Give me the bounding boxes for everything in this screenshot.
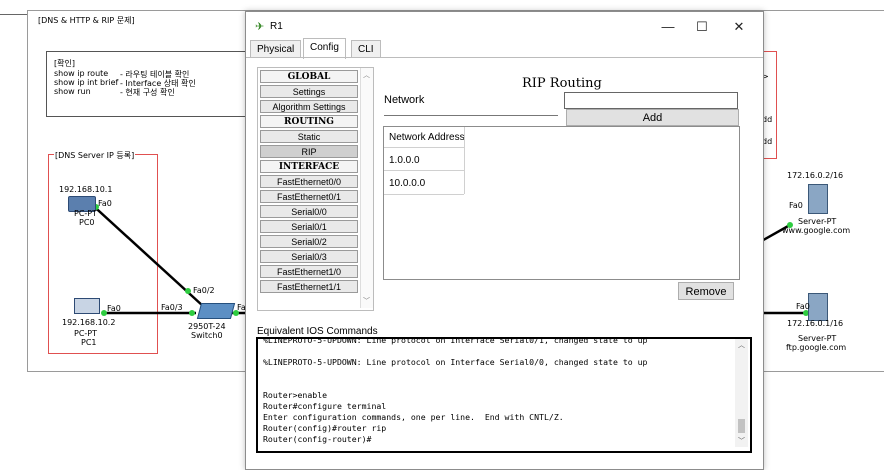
nav-serial0-1[interactable]: Serial0/1 bbox=[260, 220, 358, 233]
config-nav-list: GLOBAL Settings Algorithm Settings ROUTI… bbox=[260, 70, 360, 305]
network-address-header: Network Address bbox=[389, 132, 465, 143]
pc1-ip: 192.168.10.2 bbox=[62, 318, 116, 327]
console-line-6: Router>enable bbox=[263, 390, 328, 400]
pc0-ip: 192.168.10.1 bbox=[59, 185, 113, 194]
tab-cli[interactable]: CLI bbox=[351, 40, 381, 58]
pc0-port: Fa0 bbox=[98, 199, 112, 208]
pc0-type: PC-PT bbox=[74, 209, 98, 218]
nav-serial0-2[interactable]: Serial0/2 bbox=[260, 235, 358, 248]
network-row-divider bbox=[384, 170, 464, 171]
nav-interface-header: INTERFACE bbox=[260, 160, 358, 173]
nav-serial0-0[interactable]: Serial0/0 bbox=[260, 205, 358, 218]
pc0-name: PC0 bbox=[79, 218, 95, 227]
nav-settings[interactable]: Settings bbox=[260, 85, 358, 98]
server-google-server-icon[interactable] bbox=[808, 184, 828, 214]
nav-static[interactable]: Static bbox=[260, 130, 358, 143]
window-title: R1 bbox=[270, 21, 283, 32]
server-google-port: Fa0 bbox=[789, 201, 803, 210]
router-app-icon: ✈ bbox=[255, 21, 265, 33]
network-address-header-line bbox=[384, 147, 464, 148]
nav-scroll-down-icon[interactable]: ﹀ bbox=[363, 296, 370, 306]
console-scroll-down-icon[interactable]: ﹀ bbox=[738, 436, 745, 446]
ios-console[interactable]: %LINEPROTO-5-UPDOWN: Line protocol on In… bbox=[256, 335, 752, 453]
add-button[interactable]: Add bbox=[566, 109, 739, 126]
pc1-computer-icon[interactable] bbox=[74, 298, 100, 314]
console-scroll-up-icon[interactable]: ︿ bbox=[738, 340, 745, 350]
config-nav-panel: GLOBAL Settings Algorithm Settings ROUTI… bbox=[257, 67, 374, 311]
router-config-window: ✈ R1 — ☐ ✕ Physical Config CLI GLOBAL Se… bbox=[245, 11, 764, 470]
network-row-1[interactable]: 1.0.0.0 bbox=[389, 155, 420, 166]
network-input[interactable] bbox=[564, 92, 738, 109]
console-scrollbar[interactable]: ︿ ﹀ bbox=[735, 339, 748, 447]
network-label-underline bbox=[384, 115, 558, 116]
close-button[interactable]: ✕ bbox=[726, 18, 752, 36]
server-google-name: www.google.com bbox=[782, 226, 851, 235]
server-ftp-port: Fa0 bbox=[796, 302, 810, 311]
console-line-3: %LINEPROTO-5-UPDOWN: Line protocol on In… bbox=[263, 357, 648, 367]
nav-rip[interactable]: RIP bbox=[260, 145, 358, 158]
console-scroll-thumb[interactable] bbox=[738, 419, 745, 433]
nav-fastethernet1-1[interactable]: FastEthernet1/1 bbox=[260, 280, 358, 293]
workspace-connector-line bbox=[0, 14, 27, 15]
pc1-type: PC-PT bbox=[74, 329, 98, 338]
nav-fastethernet1-0[interactable]: FastEthernet1/0 bbox=[260, 265, 358, 278]
switch0-type: 2950T-24 bbox=[188, 322, 226, 331]
maximize-button[interactable]: ☐ bbox=[689, 18, 715, 36]
tab-divider bbox=[246, 57, 763, 58]
tab-physical[interactable]: Physical bbox=[250, 40, 302, 58]
network-col-divider bbox=[464, 127, 465, 194]
server-google-ip: 172.16.0.2/16 bbox=[787, 171, 844, 180]
server-google-type: Server-PT bbox=[798, 217, 837, 226]
switch0-port-fa0-3: Fa0/3 bbox=[161, 303, 183, 312]
tab-config[interactable]: Config bbox=[303, 38, 346, 59]
pc1-port: Fa0 bbox=[107, 304, 121, 313]
console-line-9: Router(config)#router rip bbox=[263, 423, 387, 433]
console-line-1: %LINEPROTO-5-UPDOWN: Line protocol on In… bbox=[263, 335, 648, 345]
network-row-2[interactable]: 10.0.0.0 bbox=[389, 178, 425, 189]
server-ftp-server-icon[interactable] bbox=[808, 293, 828, 321]
switch0-name: Switch0 bbox=[191, 331, 223, 340]
minimize-button[interactable]: — bbox=[655, 18, 681, 36]
server-ftp-ip: 172.16.0.1/16 bbox=[787, 319, 844, 328]
nav-scrollbar[interactable]: ︿ ﹀ bbox=[360, 68, 373, 308]
nav-global-header: GLOBAL bbox=[260, 70, 358, 83]
console-line-7: Router#configure terminal bbox=[263, 401, 387, 411]
console-line-10: Router(config-router)# bbox=[263, 434, 372, 444]
server-ftp-type: Server-PT bbox=[798, 334, 837, 343]
console-line-8: Enter configuration commands, one per li… bbox=[263, 412, 564, 422]
server-ftp-name: ftp.google.com bbox=[786, 343, 847, 352]
nav-routing-header: ROUTING bbox=[260, 115, 358, 128]
pc1-name: PC1 bbox=[81, 338, 97, 347]
network-address-table: Network Address 1.0.0.0 10.0.0.0 bbox=[383, 126, 740, 280]
nav-serial0-3[interactable]: Serial0/3 bbox=[260, 250, 358, 263]
network-label: Network bbox=[384, 94, 425, 106]
network-row-divider-2 bbox=[384, 194, 464, 195]
nav-fastethernet0-0[interactable]: FastEthernet0/0 bbox=[260, 175, 358, 188]
switch0-switch-icon[interactable] bbox=[196, 303, 236, 319]
rip-heading: RIP Routing bbox=[522, 76, 602, 91]
nav-fastethernet0-1[interactable]: FastEthernet0/1 bbox=[260, 190, 358, 203]
remove-button[interactable]: Remove bbox=[678, 282, 734, 300]
nav-algorithm-settings[interactable]: Algorithm Settings bbox=[260, 100, 358, 113]
switch0-port-fa0-2: Fa0/2 bbox=[193, 286, 215, 295]
nav-scroll-up-icon[interactable]: ︿ bbox=[363, 70, 370, 80]
